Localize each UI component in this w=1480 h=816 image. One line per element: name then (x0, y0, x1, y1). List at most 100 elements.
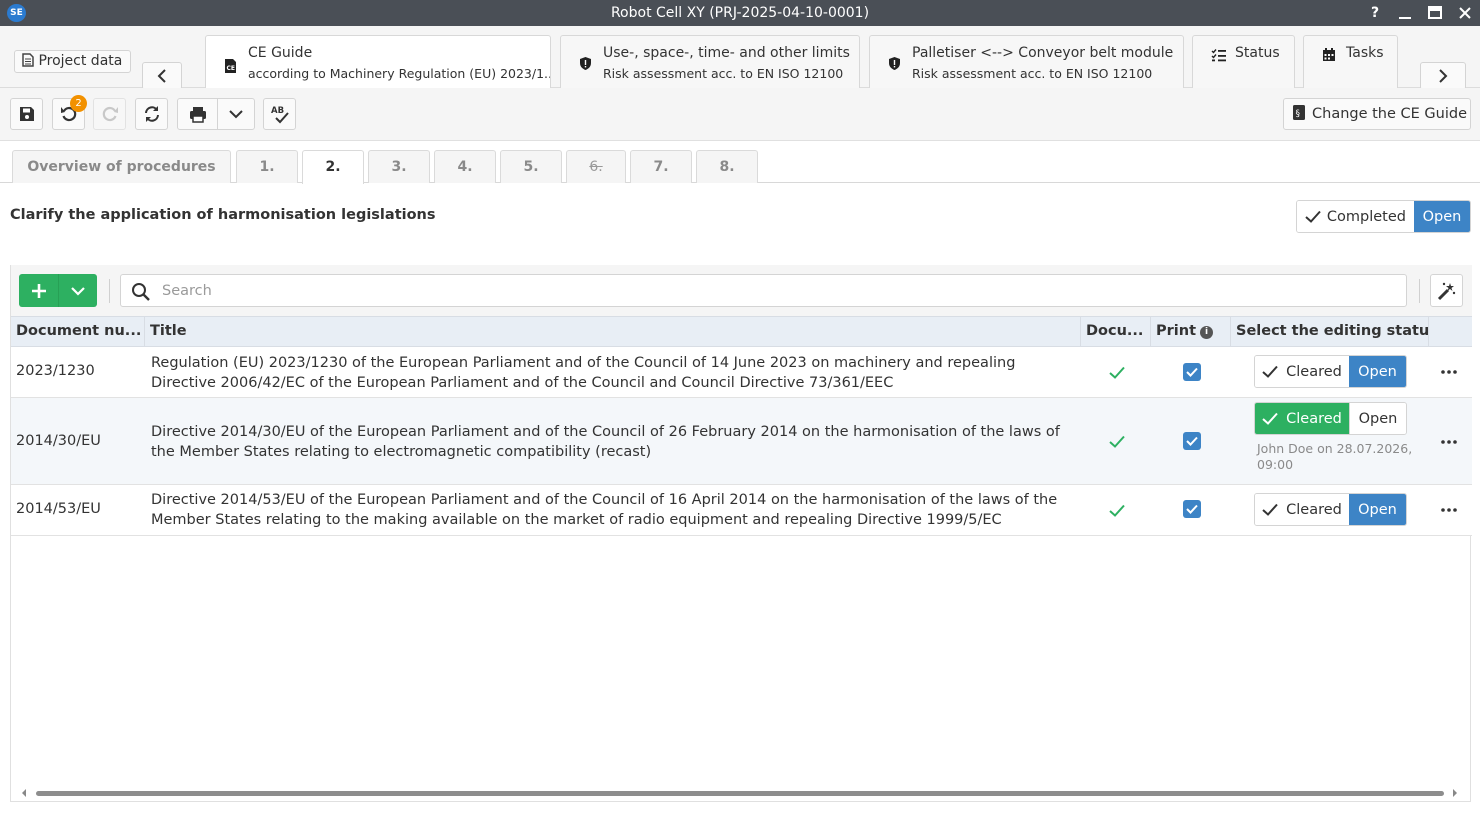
change-ce-guide-button[interactable]: § Change the CE Guide (1283, 98, 1471, 130)
tab-use-limits[interactable]: Use-, space-, time- and other limits Ris… (560, 35, 860, 88)
print-checkbox[interactable] (1183, 432, 1201, 450)
tab-tasks[interactable]: Tasks (1303, 35, 1398, 88)
tab-step-7[interactable]: 7. (630, 150, 692, 183)
open-button[interactable]: Open (1414, 201, 1470, 232)
tab-palletiser-subtitle: Risk assessment acc. to EN ISO 12100 (912, 66, 1153, 81)
column-header-print[interactable]: Print i (1151, 317, 1231, 346)
tabs-scroll-left-button[interactable] (142, 62, 182, 90)
shield-icon (580, 57, 591, 70)
refresh-button[interactable] (135, 98, 168, 130)
redo-icon (102, 106, 118, 122)
tab-step-6[interactable]: 6. (566, 150, 626, 183)
table-row[interactable]: 2014/53/EU Directive 2014/53/EU of the E… (11, 485, 1472, 536)
status-changed-by-meta: John Doe on 28.07.2026, 09:00 (1257, 441, 1413, 472)
list-check-icon (1211, 49, 1226, 62)
redo-button[interactable] (93, 98, 126, 130)
search-input[interactable] (162, 279, 1392, 302)
save-button[interactable] (10, 98, 43, 130)
tab-step-2[interactable]: 2. (302, 150, 364, 184)
row-more-options-button[interactable] (1439, 500, 1459, 520)
tab-use-limits-subtitle: Risk assessment acc. to EN ISO 12100 (603, 66, 844, 81)
undo-count-badge: 2 (70, 95, 87, 112)
scroll-left-arrow-icon[interactable] (22, 789, 26, 797)
main-toolbar: 2 AB § Change the CE Guide (0, 88, 1480, 141)
tab-step-5[interactable]: 5. (500, 150, 562, 183)
scrollbar-thumb[interactable] (36, 791, 1444, 796)
section-title: Clarify the application of harmonisation… (10, 207, 436, 223)
auto-fill-button[interactable] (1430, 274, 1463, 307)
guide-book-icon: § (1293, 105, 1305, 120)
tab-step-3[interactable]: 3. (368, 150, 430, 183)
table-row[interactable]: 2023/1230 Regulation (EU) 2023/1230 of t… (11, 347, 1472, 398)
open-status-button[interactable]: Open (1349, 403, 1406, 434)
print-checkbox[interactable] (1183, 363, 1201, 381)
tab-ce-guide[interactable]: CE CE Guide according to Machinery Regul… (205, 35, 551, 88)
tabs-scroll-right-button[interactable] (1420, 62, 1466, 90)
window-titlebar: SE Robot Cell XY (PRJ-2025-04-10-0001) ? (0, 0, 1480, 26)
project-data-button[interactable]: Project data (14, 50, 131, 73)
tab-palletiser[interactable]: Palletiser <--> Conveyor belt module Ris… (869, 35, 1184, 88)
editing-status-toggle: Cleared Open (1254, 493, 1407, 526)
refresh-icon (144, 106, 159, 122)
scroll-right-arrow-icon[interactable] (1453, 789, 1457, 797)
column-header-document[interactable]: Docu... (1081, 317, 1151, 346)
grid-header: Document nu... Title Docu... Print i Sele… (11, 316, 1472, 347)
grid-toolbar (11, 265, 1472, 316)
svg-text:CE: CE (227, 65, 236, 72)
tab-status[interactable]: Status (1192, 35, 1295, 88)
horizontal-scrollbar[interactable] (10, 785, 1457, 797)
procedure-steps-tabs: Overview of procedures 1. 2. 3. 4. 5. 6.… (0, 141, 1480, 184)
spellcheck-button[interactable]: AB (263, 98, 296, 130)
check-icon (1262, 503, 1278, 516)
print-split-button[interactable] (177, 98, 255, 130)
open-status-button[interactable]: Open (1349, 356, 1406, 387)
document-available-check-icon (1109, 435, 1125, 448)
search-box[interactable] (120, 274, 1407, 307)
open-status-button[interactable]: Open (1349, 494, 1406, 525)
tab-status-title: Status (1235, 45, 1280, 61)
print-options-dropdown[interactable] (218, 99, 254, 129)
row-more-options-button[interactable] (1439, 362, 1459, 382)
toolbar-divider (109, 279, 110, 303)
tab-step-8[interactable]: 8. (696, 150, 758, 183)
editing-status-toggle: Cleared Open (1254, 402, 1407, 435)
print-checkbox[interactable] (1183, 500, 1201, 518)
search-icon (132, 283, 150, 301)
print-button[interactable] (178, 99, 218, 129)
cleared-button[interactable]: Cleared (1255, 356, 1349, 387)
maximize-button[interactable] (1420, 0, 1450, 26)
document-number: 2014/30/EU (16, 433, 101, 449)
table-row[interactable]: 2014/30/EU Directive 2014/30/EU of the E… (11, 398, 1472, 485)
plus-icon (31, 283, 46, 298)
help-button[interactable]: ? (1360, 0, 1390, 26)
chevron-down-icon (229, 110, 243, 119)
chevron-left-icon (157, 69, 166, 83)
column-header-document-number[interactable]: Document nu... (11, 317, 145, 346)
add-split-button[interactable] (19, 274, 97, 307)
column-header-title[interactable]: Title (145, 317, 1081, 346)
printer-icon (189, 106, 206, 123)
info-icon[interactable]: i (1200, 326, 1214, 339)
tab-ce-guide-title: CE Guide (248, 45, 313, 61)
checkmark-icon (1186, 436, 1198, 446)
tab-step-1[interactable]: 1. (236, 150, 298, 183)
document-number: 2023/1230 (16, 363, 95, 379)
tab-step-4[interactable]: 4. (434, 150, 496, 183)
tab-use-limits-title: Use-, space-, time- and other limits (603, 45, 850, 61)
tab-ce-guide-subtitle: according to Machinery Regulation (EU) 2… (248, 66, 551, 81)
minimize-button[interactable] (1390, 0, 1420, 26)
tab-tasks-title: Tasks (1346, 45, 1384, 61)
spellcheck-icon: AB (271, 106, 289, 124)
save-icon (19, 107, 34, 121)
completed-button[interactable]: Completed (1297, 201, 1414, 232)
column-header-editing-status[interactable]: Select the editing status (1231, 317, 1429, 346)
add-button[interactable] (19, 274, 59, 307)
cleared-button[interactable]: Cleared (1255, 494, 1349, 525)
row-more-options-button[interactable] (1439, 432, 1459, 452)
close-button[interactable] (1450, 0, 1480, 26)
cleared-button[interactable]: Cleared (1255, 403, 1349, 434)
project-data-label: Project data (38, 53, 123, 69)
tab-overview-of-procedures[interactable]: Overview of procedures (12, 150, 231, 183)
svg-text:§: § (1296, 109, 1301, 119)
add-options-dropdown[interactable] (59, 274, 97, 307)
